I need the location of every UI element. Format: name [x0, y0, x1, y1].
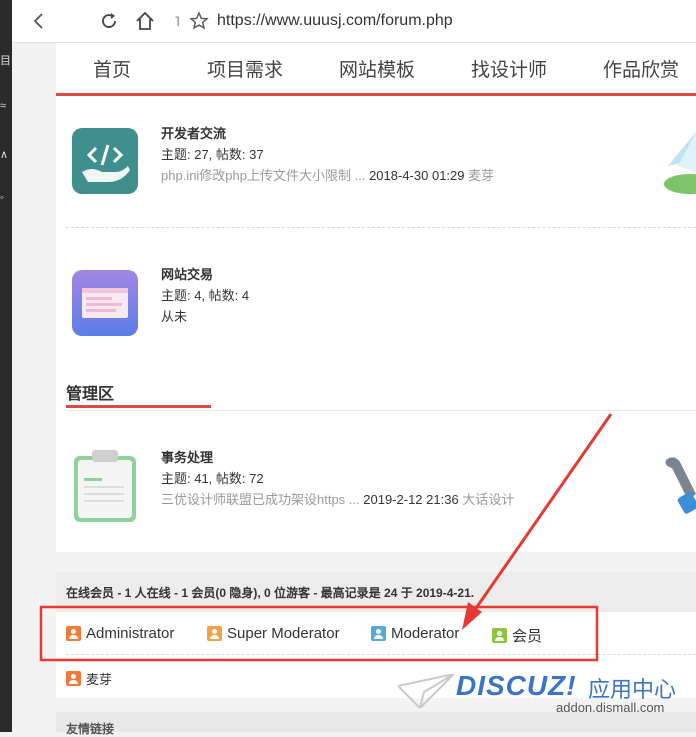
- browser-address-bar: ˥ https://www.uuusj.com/forum.php: [12, 0, 696, 43]
- web-page-icon[interactable]: [72, 270, 138, 341]
- friend-links-title: 友情链接: [66, 722, 115, 736]
- last-post-user[interactable]: 麦芽: [468, 168, 494, 183]
- discuz-watermark: DISCUZ! 应用中心 addon.dismall.com: [398, 668, 688, 728]
- forum-title[interactable]: 网站交易: [161, 264, 213, 283]
- online-user-name[interactable]: 麦芽: [86, 669, 112, 688]
- last-post-user[interactable]: 大话设计: [462, 492, 514, 507]
- user-icon: [66, 626, 81, 641]
- forum-stats: 主题: 27, 帖数: 37: [161, 147, 264, 162]
- strip-glyph: ∧: [0, 149, 9, 161]
- wrench-tools-icon: [662, 454, 696, 523]
- forum-stats: 主题: 4, 帖数: 4: [161, 288, 250, 303]
- legend-label: Administrator: [86, 625, 175, 642]
- forum-title[interactable]: 开发者交流: [161, 123, 226, 142]
- nav-item-projects[interactable]: 项目需求: [207, 55, 283, 82]
- watermark-brand: DISCUZ!: [456, 670, 577, 701]
- reload-icon[interactable]: [98, 10, 120, 32]
- nav-item-designers[interactable]: 找设计师: [471, 55, 547, 82]
- legend-label: Super Moderator: [227, 625, 340, 642]
- strip-glyph: ◦: [0, 192, 4, 204]
- online-members-header: 在线会员 - 1 人在线 - 1 会员(0 隐身), 0 位游客 - 最高记录是…: [56, 572, 696, 612]
- legend-label: 会员: [512, 628, 543, 645]
- legend-moderator: Moderator: [371, 625, 459, 642]
- separator-icon: ˥: [174, 13, 180, 29]
- forum-divider: [66, 227, 696, 228]
- forum-last-post: 三优设计师联盟已成功架设https ... 2019-2-12 21:36 大话…: [161, 489, 514, 508]
- bookmark-star-icon[interactable]: [188, 10, 210, 32]
- left-window-strip: 目 ≈ ∧ ◦: [0, 0, 12, 732]
- legend-label: Moderator: [391, 625, 460, 642]
- forum-panel: 开发者交流 主题: 27, 帖数: 37 php.ini修改php上传文件大小限…: [56, 96, 696, 552]
- paper-plane-logo-icon: [398, 674, 454, 708]
- nav-item-home[interactable]: 首页: [93, 55, 131, 82]
- nav-item-works[interactable]: 作品欣赏: [603, 55, 679, 82]
- last-post-time: 2018-4-30 01:29: [369, 168, 465, 183]
- forum-stats: 主题: 41, 帖数: 72: [161, 471, 264, 486]
- strip-glyph: ≈: [0, 100, 7, 112]
- strip-glyph: 目: [0, 55, 11, 67]
- user-icon: [66, 671, 81, 686]
- last-post-link[interactable]: 三优设计师联盟已成功架设https ...: [161, 492, 360, 507]
- forum-last-post: php.ini修改php上传文件大小限制 ... 2018-4-30 01:29…: [161, 165, 494, 184]
- home-icon[interactable]: [134, 10, 156, 32]
- last-post-time: 2019-2-12 21:36: [363, 492, 459, 507]
- last-post-link[interactable]: php.ini修改php上传文件大小限制 ...: [161, 168, 365, 183]
- site-nav: 首页 项目需求 网站模板 找设计师 作品欣赏: [56, 43, 696, 96]
- url-text[interactable]: https://www.uuusj.com/forum.php: [217, 12, 453, 30]
- section-title: 管理区: [66, 386, 115, 403]
- forum-title[interactable]: 事务处理: [161, 447, 213, 466]
- legend-super-moderator: Super Moderator: [207, 625, 340, 642]
- nav-item-templates[interactable]: 网站模板: [339, 55, 415, 82]
- section-rule: [66, 410, 696, 411]
- user-icon: [207, 626, 222, 641]
- forum-last-post: 从未: [161, 309, 188, 324]
- legend-member: 会员: [492, 625, 542, 646]
- legend-administrator: Administrator: [66, 625, 174, 642]
- back-icon[interactable]: [28, 10, 50, 32]
- code-hand-icon[interactable]: [72, 128, 138, 199]
- legend-divider: [66, 654, 696, 655]
- user-icon: [371, 626, 386, 641]
- paper-plane-icon: [660, 132, 696, 201]
- section-underline: [66, 405, 211, 408]
- online-summary: 在线会员 - 1 人在线 - 1 会员(0 隐身), 0 位游客 - 最高记录是…: [66, 586, 475, 600]
- watermark-url: addon.dismall.com: [556, 700, 665, 715]
- clipboard-icon[interactable]: [74, 450, 136, 527]
- user-icon: [492, 628, 507, 643]
- online-user[interactable]: 麦芽: [66, 669, 112, 688]
